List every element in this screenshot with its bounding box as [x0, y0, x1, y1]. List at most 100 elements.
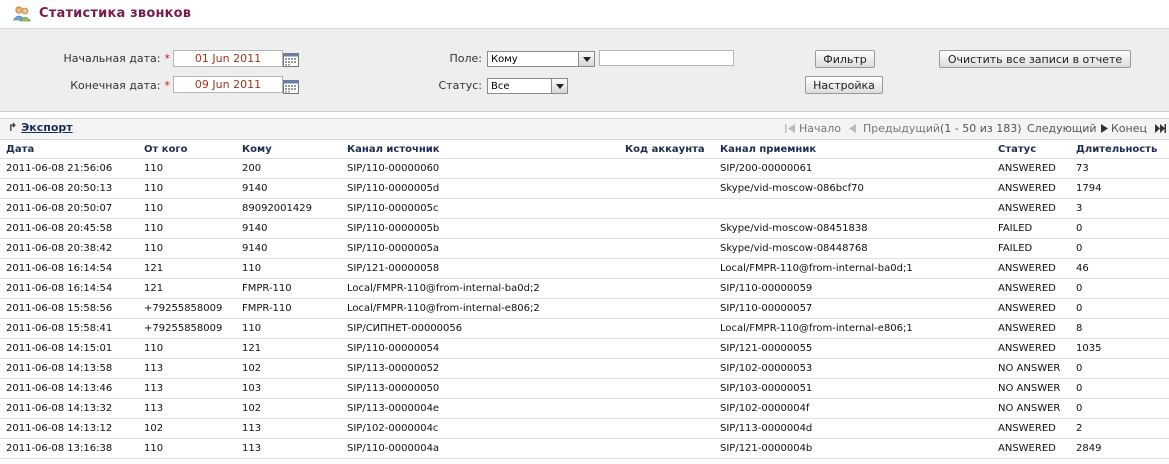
- next-page-icon[interactable]: [1099, 123, 1111, 134]
- table-row[interactable]: 2011-06-08 20:38:42 110 9140 SIP/110-000000…: [0, 238, 1169, 259]
- table-row[interactable]: 2011-06-08 16:14:54 121 FMPR-110 Local/FMPR…: [0, 278, 1169, 299]
- page-range: (1 - 50 из 183): [940, 122, 1022, 135]
- column-header-duration[interactable]: Длительность: [1070, 140, 1169, 159]
- table-row[interactable]: 2011-06-08 14:13:46 113 103 SIP/113-0000005…: [0, 378, 1169, 399]
- cell-duration: 0: [1070, 358, 1169, 379]
- cell-from: 113: [138, 398, 236, 419]
- end-date-label: Конечная дата: *: [70, 79, 170, 92]
- cell-date: 2011-06-08 14:13:58: [0, 358, 138, 379]
- cell-account-code: [619, 178, 714, 199]
- chevron-down-icon[interactable]: [551, 79, 567, 93]
- last-page-icon[interactable]: [1154, 123, 1166, 134]
- end-date-input[interactable]: 09 Jun 2011: [173, 76, 283, 93]
- cell-date: 2011-06-08 21:56:06: [0, 158, 138, 179]
- table-row[interactable]: 2011-06-08 16:14:54 121 110 SIP/121-0000005…: [0, 258, 1169, 279]
- cell-to: 102: [236, 358, 341, 379]
- cell-duration: 0: [1070, 298, 1169, 319]
- cell-to: 113: [236, 418, 341, 439]
- column-header-to[interactable]: Кому: [236, 140, 341, 159]
- table-row[interactable]: 2011-06-08 13:16:38 110 113 SIP/110-0000004…: [0, 438, 1169, 459]
- cell-date: 2011-06-08 13:16:38: [0, 438, 138, 459]
- first-page-icon[interactable]: [784, 123, 796, 134]
- cell-from: 110: [138, 178, 236, 199]
- cell-duration: 73: [1070, 158, 1169, 179]
- filter-button[interactable]: Фильтр: [815, 50, 875, 68]
- chevron-down-icon[interactable]: [578, 52, 594, 66]
- table-row[interactable]: 2011-06-08 14:13:32 113 102 SIP/113-0000004…: [0, 398, 1169, 419]
- calendar-icon[interactable]: [283, 80, 299, 94]
- table-row[interactable]: 2011-06-08 20:50:13 110 9140 SIP/110-000000…: [0, 178, 1169, 199]
- column-header-status[interactable]: Статус: [992, 140, 1070, 159]
- cell-status: FAILED: [992, 238, 1070, 259]
- table-row[interactable]: 2011-06-08 14:13:12 102 113 SIP/102-0000004…: [0, 418, 1169, 439]
- field-select[interactable]: Кому: [487, 51, 595, 67]
- table-row[interactable]: 2011-06-08 14:15:01 110 121 SIP/110-0000005…: [0, 338, 1169, 359]
- cell-duration: 1794: [1070, 178, 1169, 199]
- cell-to: FMPR-110: [236, 298, 341, 319]
- cell-date: 2011-06-08 20:45:58: [0, 218, 138, 239]
- cell-to: 9140: [236, 218, 341, 239]
- cell-account-code: [619, 418, 714, 439]
- cell-status: NO ANSWER: [992, 378, 1070, 399]
- settings-button[interactable]: Настройка: [805, 76, 883, 94]
- cell-source-channel: SIP/102-0000004c: [341, 418, 619, 439]
- cell-to: 89092001429: [236, 198, 341, 219]
- first-page-link[interactable]: Начало: [799, 122, 841, 135]
- cell-dest-channel: SIP/200-00000061: [714, 158, 992, 179]
- column-header-date[interactable]: Дата: [0, 140, 138, 159]
- cell-duration: 2849: [1070, 438, 1169, 459]
- clear-records-button[interactable]: Очистить все записи в отчете: [939, 50, 1131, 68]
- call-stats-table: Дата От кого Кому Канал источник Код акк…: [0, 140, 1169, 459]
- cell-date: 2011-06-08 16:14:54: [0, 278, 138, 299]
- table-row[interactable]: 2011-06-08 15:58:41 +79255858009 110 SIP/СИ…: [0, 318, 1169, 339]
- cell-from: 110: [138, 438, 236, 459]
- prev-page-link[interactable]: Предыдущий: [863, 122, 940, 135]
- table-row[interactable]: 2011-06-08 21:56:06 110 200 SIP/110-0000006…: [0, 158, 1169, 179]
- column-header-source-channel[interactable]: Канал источник: [341, 140, 619, 159]
- calendar-icon[interactable]: [283, 53, 299, 67]
- column-header-dest-channel[interactable]: Канал приемник: [714, 140, 992, 159]
- cell-to: FMPR-110: [236, 278, 341, 299]
- page-title: Статистика звонков: [39, 6, 192, 21]
- cell-from: 113: [138, 358, 236, 379]
- table-row[interactable]: 2011-06-08 15:58:56 +79255858009 FMPR-110 L…: [0, 298, 1169, 319]
- cell-dest-channel: SIP/103-00000051: [714, 378, 992, 399]
- cell-status: NO ANSWER: [992, 358, 1070, 379]
- cell-dest-channel: SIP/110-00000057: [714, 298, 992, 319]
- start-date-input[interactable]: 01 Jun 2011: [173, 50, 283, 67]
- cell-account-code: [619, 358, 714, 379]
- prev-page-icon[interactable]: [846, 123, 858, 134]
- table-row[interactable]: 2011-06-08 20:50:07 110 89092001429 SIP/110…: [0, 198, 1169, 219]
- cell-to: 102: [236, 398, 341, 419]
- cell-duration: 0: [1070, 218, 1169, 239]
- column-header-account-code[interactable]: Код аккаунта: [619, 140, 714, 159]
- cell-source-channel: SIP/110-0000005b: [341, 218, 619, 239]
- field-select-value: Кому: [491, 54, 518, 65]
- cell-status: NO ANSWER: [992, 398, 1070, 419]
- cell-status: FAILED: [992, 218, 1070, 239]
- cell-from: 102: [138, 418, 236, 439]
- export-link[interactable]: ↱ Экспорт: [8, 121, 73, 134]
- cell-from: +79255858009: [138, 298, 236, 319]
- cell-date: 2011-06-08 14:13:12: [0, 418, 138, 439]
- table-row[interactable]: 2011-06-08 14:13:58 113 102 SIP/113-0000005…: [0, 358, 1169, 379]
- required-mark: *: [164, 52, 171, 65]
- cell-account-code: [619, 258, 714, 279]
- cell-date: 2011-06-08 20:50:13: [0, 178, 138, 199]
- cell-duration: 0: [1070, 238, 1169, 259]
- column-header-from[interactable]: От кого: [138, 140, 236, 159]
- cell-account-code: [619, 438, 714, 459]
- cell-to: 110: [236, 318, 341, 339]
- filter-panel: Начальная дата: * 01 Jun 2011 Конечная да…: [0, 29, 1169, 112]
- cell-account-code: [619, 298, 714, 319]
- cell-account-code: [619, 218, 714, 239]
- cell-dest-channel: SIP/110-00000059: [714, 278, 992, 299]
- next-page-link[interactable]: Следующий: [1027, 122, 1097, 135]
- last-page-link[interactable]: Конец: [1111, 122, 1147, 135]
- status-select[interactable]: Все: [487, 78, 568, 94]
- table-row[interactable]: 2011-06-08 20:45:58 110 9140 SIP/110-000000…: [0, 218, 1169, 239]
- cell-from: 110: [138, 238, 236, 259]
- status-label: Статус:: [438, 79, 482, 92]
- field-search-input[interactable]: [599, 50, 734, 66]
- field-label: Поле:: [449, 52, 482, 65]
